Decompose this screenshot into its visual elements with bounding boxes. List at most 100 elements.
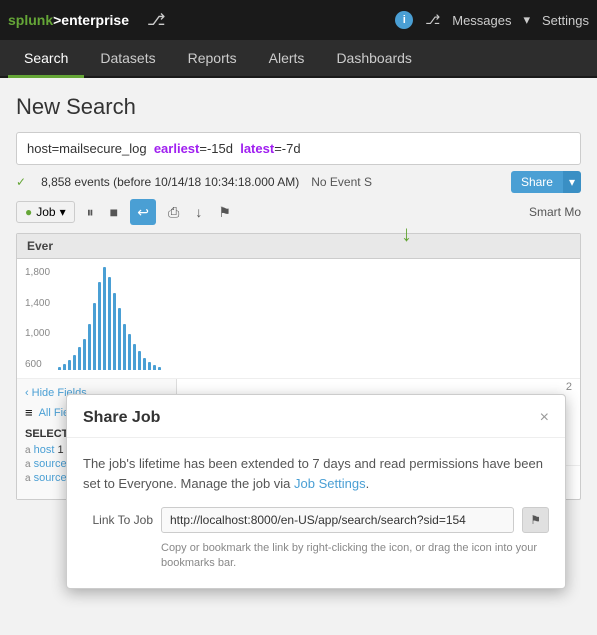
y-axis: 1,800 1,400 1,000 600 (25, 267, 54, 370)
field-source-link[interactable]: source (34, 458, 70, 470)
print-icon[interactable]: ⎙ (164, 202, 183, 223)
y-label-1400: 1,400 (25, 298, 50, 309)
job-caret-icon: ▾ (60, 205, 66, 219)
bar-20 (153, 365, 156, 370)
tab-reports[interactable]: Reports (172, 40, 253, 78)
nav-left: splunk>enterprise ⎇ (8, 10, 165, 30)
dialog-period: . (366, 476, 370, 491)
toolbar-area: ● Job ▾ ⏸ ■ ↩ ⎙ ↓ ⚑ Smart Mo ↓ Share Job… (16, 199, 581, 225)
activity-icon[interactable]: ⎇ (147, 10, 165, 30)
dialog-title: Share Job (83, 409, 160, 427)
events-label: Ever (27, 239, 53, 253)
share-forward-icon: ↩ (137, 204, 149, 221)
dialog-description: The job's lifetime has been extended to … (83, 454, 549, 493)
bar-8 (93, 303, 96, 370)
smart-mode-label: Smart Mo (529, 205, 581, 219)
search-query: host=mailsecure_log earliest=-15d latest… (27, 141, 570, 156)
y-label-600: 600 (25, 359, 50, 370)
pause-icon[interactable]: ⏸ (83, 202, 98, 223)
status-bar: ✓ 8,858 events (before 10/14/18 10:34:18… (16, 171, 581, 193)
query-text: host=mailsecure_log (27, 141, 154, 156)
main-content: New Search host=mailsecure_log earliest=… (0, 78, 597, 500)
link-to-job-row: Link To Job ⚑ (83, 507, 549, 533)
dialog-header: Share Job × (67, 395, 565, 438)
bar-2 (63, 364, 66, 370)
y-label-1800: 1,800 (25, 267, 50, 278)
job-button[interactable]: ● Job ▾ (16, 201, 75, 223)
bar-12 (113, 293, 116, 370)
field-host-count: 1 (57, 444, 63, 456)
bar-5 (78, 347, 81, 370)
bar-14 (123, 324, 126, 370)
bar-15 (128, 334, 131, 370)
job-label: Job (36, 205, 55, 219)
bar-3 (68, 360, 71, 370)
field-host-link[interactable]: host (34, 444, 58, 456)
field-type-a2: a (25, 459, 31, 470)
dialog-body: The job's lifetime has been extended to … (67, 438, 565, 588)
bar-19 (148, 362, 151, 370)
share-button[interactable]: Share (511, 171, 563, 193)
info-icon[interactable]: i (395, 11, 413, 29)
top-navigation: splunk>enterprise ⎇ i ⎇ Messages ▾ Setti… (0, 0, 597, 40)
check-icon: ✓ (16, 175, 26, 189)
bookmark-link-icon: ⚑ (530, 513, 541, 527)
bar-18 (143, 358, 146, 370)
link-input[interactable] (161, 507, 514, 533)
field-type-a1: a (25, 445, 31, 456)
y-label-1000: 1,000 (25, 328, 50, 339)
share-job-dialog: Share Job × The job's lifetime has been … (66, 394, 566, 589)
bar-16 (133, 344, 136, 370)
bar-17 (138, 351, 141, 370)
settings-label[interactable]: Settings (542, 13, 589, 28)
no-event-label: No Event S (311, 175, 372, 189)
stop-icon[interactable]: ■ (106, 202, 122, 222)
bar-10 (103, 267, 106, 370)
logo-enterprise: >enterprise (53, 12, 129, 28)
events-count: 8,858 events (before 10/14/18 10:34:18.0… (41, 175, 299, 189)
page-title: New Search (16, 94, 581, 120)
dialog-hint: Copy or bookmark the link by right-click… (161, 541, 549, 572)
splunk-logo: splunk>enterprise (8, 12, 129, 28)
logo-splunk: splunk (8, 12, 53, 28)
bar-11 (108, 277, 111, 370)
dialog-arrow: ↓ (401, 223, 412, 245)
tab-alerts[interactable]: Alerts (253, 40, 321, 78)
bar-9 (98, 282, 101, 370)
bar-6 (83, 339, 86, 370)
chart-bars (58, 267, 572, 370)
share-group: Share ▾ (511, 171, 581, 193)
share-icon-button[interactable]: ↩ (130, 199, 156, 225)
bar-21 (158, 367, 161, 370)
chevron-left-icon: ‹ (25, 387, 29, 399)
list-icon: ≡ (25, 405, 33, 420)
bookmark-icon[interactable]: ⚑ (214, 202, 235, 223)
search-bar[interactable]: host=mailsecure_log earliest=-15d latest… (16, 132, 581, 165)
tab-dashboards[interactable]: Dashboards (320, 40, 428, 78)
tab-datasets[interactable]: Datasets (84, 40, 171, 78)
events-header: Ever (17, 234, 580, 259)
share-caret-button[interactable]: ▾ (563, 171, 581, 193)
bar-13 (118, 308, 121, 370)
dialog-close-button[interactable]: × (540, 410, 549, 426)
bar-1 (58, 367, 61, 370)
bar-7 (88, 324, 91, 370)
activity-icon-right[interactable]: ⎇ (425, 12, 440, 28)
toolbar: ● Job ▾ ⏸ ■ ↩ ⎙ ↓ ⚑ Smart Mo (16, 199, 581, 225)
nav-right: i ⎇ Messages ▾ Settings (395, 11, 589, 29)
job-settings-link[interactable]: Job Settings (294, 476, 366, 491)
arrow-icon: ↓ (401, 223, 412, 245)
tab-bar: Search Datasets Reports Alerts Dashboard… (0, 40, 597, 78)
link-copy-button[interactable]: ⚑ (522, 507, 549, 533)
bar-4 (73, 355, 76, 370)
chart-area: 1,800 1,400 1,000 600 (17, 259, 580, 379)
tab-search[interactable]: Search (8, 40, 84, 78)
job-dot-icon: ● (25, 205, 32, 219)
messages-button[interactable]: Messages (452, 13, 511, 28)
page-number: 2 (177, 379, 580, 395)
field-type-a3: a (25, 473, 31, 484)
download-icon[interactable]: ↓ (191, 202, 206, 222)
query-latest: latest (240, 141, 274, 156)
messages-caret-icon[interactable]: ▾ (523, 12, 530, 28)
link-label: Link To Job (83, 513, 153, 527)
